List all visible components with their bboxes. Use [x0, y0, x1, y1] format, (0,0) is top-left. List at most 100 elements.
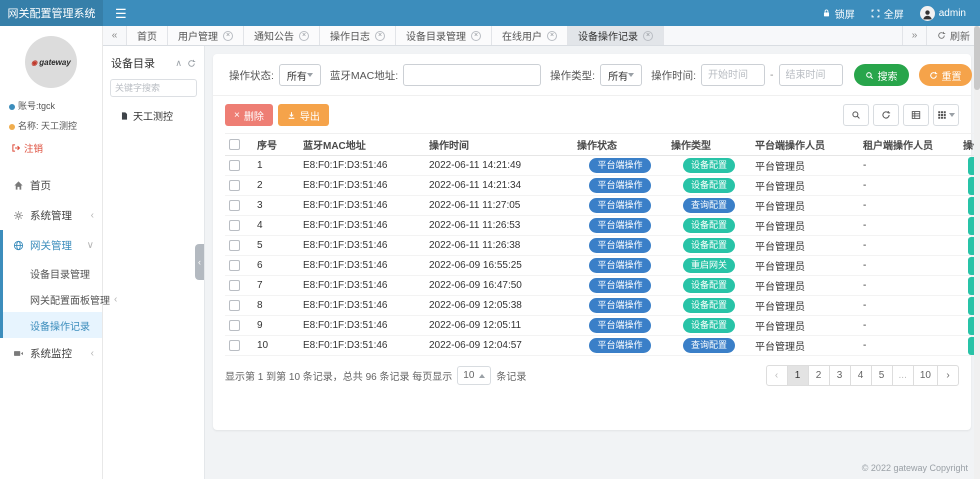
tab[interactable]: 用户管理 × [168, 26, 244, 45]
filter-bar: 操作状态: 所有 蓝牙MAC地址: 操作类型: 所有 操作时间: - 搜索 [213, 54, 971, 96]
tree-node-tiangong[interactable]: 天工测控 [103, 101, 204, 123]
page-button[interactable]: 4 [850, 365, 872, 386]
home-icon [13, 180, 24, 191]
caret-down-icon [628, 73, 634, 77]
tab-close-icon[interactable]: × [643, 31, 653, 41]
row-checkbox[interactable] [229, 280, 240, 291]
download-icon [287, 111, 296, 120]
document-icon [120, 111, 129, 121]
keyword-search-input[interactable] [110, 79, 197, 97]
tab[interactable]: 设备目录管理 × [396, 26, 492, 45]
page-button[interactable]: 3 [829, 365, 851, 386]
table-row: 6 E8:F0:1F:D3:51:46 2022-06-09 16:55:25 … [225, 256, 980, 276]
collapse-up-icon[interactable]: ∧ [175, 58, 182, 69]
gear-icon [13, 210, 24, 221]
status-badge: 平台端操作 [589, 238, 650, 253]
row-checkbox[interactable] [229, 200, 240, 211]
sidebar-item-system-mgmt[interactable]: 系统管理 ‹ [3, 200, 102, 230]
scrollbar-track[interactable] [974, 26, 980, 479]
chevron-left-icon: ‹ [91, 210, 94, 221]
app-title: 网关配置管理系统 [0, 0, 103, 26]
start-time-input[interactable] [701, 64, 765, 86]
row-checkbox[interactable] [229, 240, 240, 251]
tab-close-icon[interactable]: × [299, 31, 309, 41]
row-checkbox[interactable] [229, 160, 240, 171]
copyright-text: © 2022 gateway Copyright [862, 463, 968, 473]
sidebar-item-device-directory-mgmt[interactable]: 设备目录管理 [3, 260, 102, 286]
sidebar-item-gateway-mgmt[interactable]: 网关管理 ∨ [3, 230, 102, 260]
page-button[interactable]: 2 [808, 365, 830, 386]
select-all-checkbox[interactable] [229, 139, 240, 150]
lock-icon [822, 8, 831, 18]
page-buttons: ‹12345...10› [766, 365, 959, 386]
panel-refresh-icon[interactable] [187, 59, 196, 68]
logout-button[interactable]: 注销 [0, 136, 102, 162]
device-directory-panel: 设备目录 ∧ 天工测控 ‹ [103, 46, 205, 479]
time-filter-label: 操作时间: [651, 68, 696, 83]
status-filter-select[interactable]: 所有 [279, 64, 321, 86]
row-checkbox[interactable] [229, 260, 240, 271]
fullscreen-button[interactable]: 全屏 [871, 6, 904, 21]
sidebar-menu: 首页 系统管理 ‹ 网关管理 ∨ 设备目录管理 [0, 170, 102, 368]
type-badge: 设备配置 [683, 178, 735, 193]
row-checkbox[interactable] [229, 340, 240, 351]
table-columns-button[interactable] [933, 104, 959, 126]
tab[interactable]: 设备操作记录 × [568, 26, 664, 45]
table-view-toggle-button[interactable] [903, 104, 929, 126]
page-button[interactable]: › [937, 365, 959, 386]
row-checkbox[interactable] [229, 220, 240, 231]
table-search-button[interactable] [843, 104, 869, 126]
delete-button[interactable]: × 删除 [225, 104, 273, 126]
tab-close-icon[interactable]: × [471, 31, 481, 41]
navbar-right: 锁屏 全屏 admin [822, 6, 980, 21]
row-checkbox[interactable] [229, 320, 240, 331]
status-badge: 平台端操作 [589, 338, 650, 353]
tab-close-icon[interactable]: × [547, 31, 557, 41]
reset-button[interactable]: 重置 [919, 64, 972, 86]
type-badge: 设备配置 [683, 278, 735, 293]
tab[interactable]: 操作日志 × [320, 26, 396, 45]
page-button[interactable]: 1 [787, 365, 809, 386]
sidebar: gateway 账号:tgck 名称: 天工测控 注销 首页 [0, 26, 103, 479]
sidebar-item-system-monitor[interactable]: 系统监控 ‹ [3, 338, 102, 368]
page-button[interactable]: 5 [871, 365, 893, 386]
lock-screen-button[interactable]: 锁屏 [822, 6, 855, 21]
page-button[interactable]: 10 [913, 365, 938, 386]
page-size-select[interactable]: 10 [457, 366, 491, 385]
panel-collapse-handle[interactable]: ‹ [195, 244, 204, 280]
tab-close-icon[interactable]: × [223, 31, 233, 41]
row-checkbox[interactable] [229, 180, 240, 191]
status-badge: 平台端操作 [589, 198, 650, 213]
pagination-bar: 显示第 1 到第 10 条记录，总共 96 条记录 每页显示 10 条记录 ‹1… [213, 356, 971, 386]
table-row: 7 E8:F0:1F:D3:51:46 2022-06-09 16:47:50 … [225, 276, 980, 296]
mac-filter-label: 蓝牙MAC地址: [330, 68, 398, 83]
tabs-scroll-forward-button[interactable]: » [902, 26, 926, 45]
scrollbar-thumb[interactable] [974, 26, 980, 90]
tab-close-icon[interactable]: × [375, 31, 385, 41]
type-filter-select[interactable]: 所有 [600, 64, 642, 86]
table-refresh-button[interactable] [873, 104, 899, 126]
sidebar-item-gateway-panel-mgmt[interactable]: 网关配置面板管理 ‹ [3, 286, 102, 312]
status-badge: 平台端操作 [589, 218, 650, 233]
status-badge: 平台端操作 [589, 278, 650, 293]
search-button[interactable]: 搜索 [854, 64, 909, 86]
sidebar-item-home[interactable]: 首页 [3, 170, 102, 200]
sidebar-toggle-icon[interactable]: ☰ [115, 7, 127, 20]
tab[interactable]: 通知公告 × [244, 26, 320, 45]
tab[interactable]: 首页 [127, 26, 168, 45]
status-badge: 平台端操作 [589, 158, 650, 173]
end-time-input[interactable] [779, 64, 843, 86]
row-checkbox[interactable] [229, 300, 240, 311]
pagination-summary: 显示第 1 到第 10 条记录，总共 96 条记录 每页显示 [225, 368, 452, 383]
type-badge: 查询配置 [683, 198, 735, 213]
user-menu[interactable]: admin [920, 6, 966, 21]
status-badge: 平台端操作 [589, 318, 650, 333]
sidebar-item-device-operation-records[interactable]: 设备操作记录 [3, 312, 102, 338]
records-card: 操作状态: 所有 蓝牙MAC地址: 操作类型: 所有 操作时间: - 搜索 [213, 54, 971, 430]
tab-refresh-button[interactable]: 刷新 [926, 26, 980, 45]
export-button[interactable]: 导出 [278, 104, 329, 126]
tab[interactable]: 在线用户 × [492, 26, 568, 45]
tabs-scroll-back-button[interactable]: « [103, 26, 127, 45]
mac-address-input[interactable] [403, 64, 541, 86]
table-row: 3 E8:F0:1F:D3:51:46 2022-06-11 11:27:05 … [225, 196, 980, 216]
